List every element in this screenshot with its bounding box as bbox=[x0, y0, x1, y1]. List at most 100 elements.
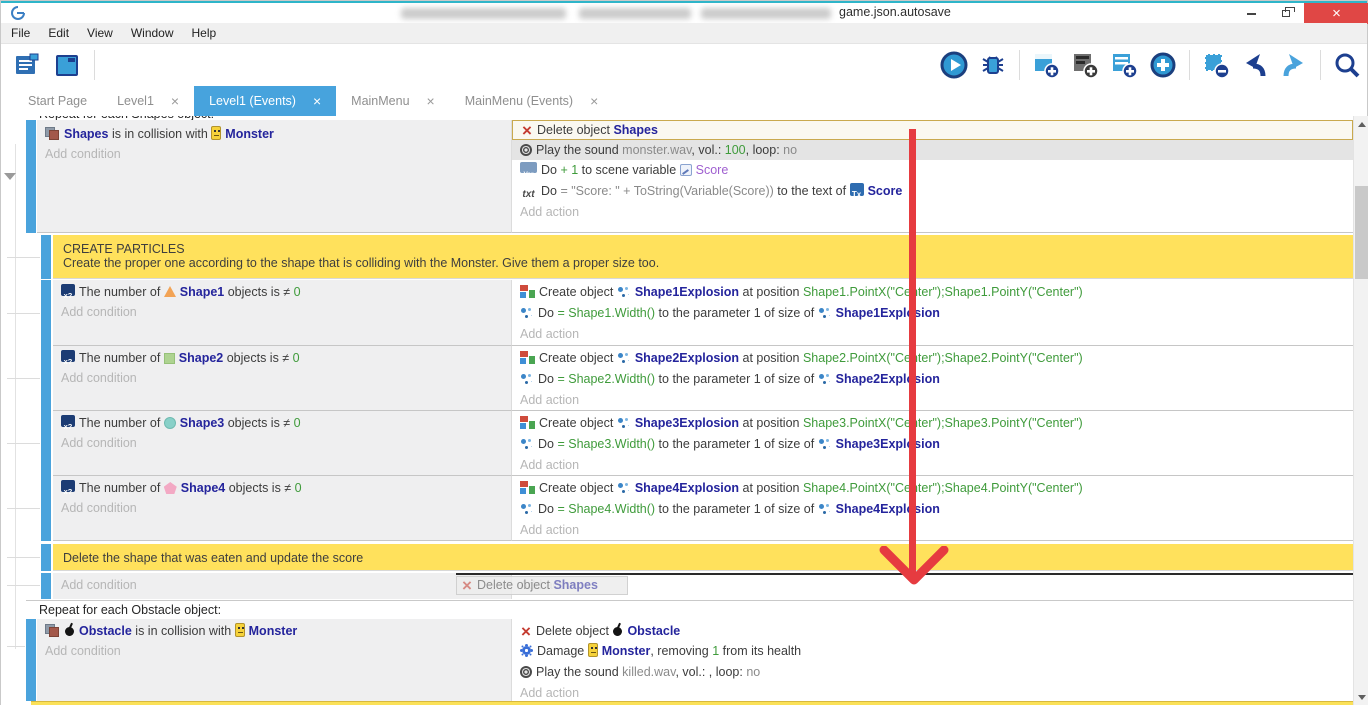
add-action-link[interactable]: Add action bbox=[512, 455, 1353, 475]
add-condition-link[interactable]: Add condition bbox=[53, 302, 511, 322]
action-size-shape3explosion[interactable]: Do = Shape3.Width() to the parameter 1 o… bbox=[512, 434, 1353, 455]
action-create-shape4explosion[interactable]: Create object Shape4Explosion at positio… bbox=[512, 478, 1353, 499]
add-condition-label: Add condition bbox=[61, 371, 137, 385]
condition-obstacle-collision[interactable]: Obstacle is in collision with Monster bbox=[37, 621, 511, 641]
action-play-sound-monster[interactable]: Play the sound monster.wav, vol.: 100, l… bbox=[512, 140, 1353, 160]
collapse-expander-icon[interactable] bbox=[4, 173, 16, 180]
add-action-link[interactable]: Add action bbox=[512, 520, 1353, 540]
titlebar[interactable]: game.json.autosave bbox=[1, 3, 1367, 23]
condition-shape2-count[interactable]: The number of Shape2 objects is ≠ 0 bbox=[53, 348, 511, 368]
minimize-button[interactable] bbox=[1234, 3, 1268, 24]
tab-close-icon[interactable] bbox=[427, 94, 435, 109]
event-repeat-obstacle-header[interactable]: Repeat for each Obstacle object: bbox=[26, 600, 1353, 619]
menu-file[interactable]: File bbox=[9, 26, 32, 40]
redo-icon[interactable] bbox=[1278, 49, 1310, 81]
action-add-score-variable[interactable]: Do + 1 to scene variable Score bbox=[512, 160, 1353, 181]
vertical-scrollbar[interactable] bbox=[1353, 116, 1368, 705]
condition-shape1-count[interactable]: The number of Shape1 objects is ≠ 0 bbox=[53, 282, 511, 302]
tab-close-icon[interactable] bbox=[590, 94, 598, 109]
menu-help[interactable]: Help bbox=[190, 26, 219, 40]
scrollbar-thumb[interactable] bbox=[1355, 186, 1368, 279]
add-condition-link[interactable]: Add condition bbox=[53, 575, 511, 595]
tab-close-icon[interactable] bbox=[171, 94, 179, 109]
menu-window[interactable]: Window bbox=[129, 26, 176, 40]
text-segment: Delete object bbox=[477, 578, 553, 592]
action-play-sound-killed[interactable]: Play the sound killed.wav, vol.: , loop:… bbox=[512, 662, 1353, 683]
text-segment: Do bbox=[538, 437, 557, 451]
restore-button[interactable] bbox=[1269, 3, 1303, 24]
tab-close-icon[interactable] bbox=[313, 94, 321, 109]
tab-mainmenu[interactable]: MainMenu bbox=[336, 86, 450, 116]
add-link-icon[interactable] bbox=[1147, 49, 1179, 81]
text-segment: Damage bbox=[537, 644, 588, 658]
add-action-link[interactable]: Add action bbox=[512, 390, 1353, 410]
add-subevent-icon[interactable] bbox=[1069, 49, 1101, 81]
text-segment: Shape4.PointX("Center");Shape4.PointY("C… bbox=[803, 481, 1083, 495]
add-action-label: Add action bbox=[520, 205, 579, 219]
event-indent-bar bbox=[41, 573, 51, 599]
text-segment: = "Score: " + ToString(Variable(Score)) bbox=[560, 184, 773, 198]
text-segment: ≠ bbox=[283, 285, 293, 299]
action-delete-obstacle[interactable]: Delete object Obstacle bbox=[512, 621, 1353, 641]
drag-ghost-delete-shapes[interactable]: Delete object Shapes bbox=[456, 576, 628, 595]
play-icon[interactable] bbox=[938, 49, 970, 81]
menu-edit[interactable]: Edit bbox=[46, 26, 71, 40]
add-action-link[interactable]: Add action bbox=[512, 324, 1353, 344]
tab-start-page[interactable]: Start Page bbox=[13, 86, 102, 116]
text-segment: Monster bbox=[225, 127, 274, 141]
add-comment-icon[interactable] bbox=[1108, 49, 1140, 81]
text-segment: Shapes bbox=[553, 578, 597, 592]
add-action-link[interactable]: Add action bbox=[512, 202, 1353, 222]
text-segment: objects is bbox=[225, 481, 284, 495]
action-damage-monster[interactable]: Damage Monster, removing 1 from its heal… bbox=[512, 641, 1353, 662]
collision-icon bbox=[45, 624, 60, 637]
tab-level1[interactable]: Level1 bbox=[102, 86, 194, 116]
condition-shape4-count[interactable]: The number of Shape4 objects is ≠ 0 bbox=[53, 478, 511, 498]
action-create-shape1explosion[interactable]: Create object Shape1Explosion at positio… bbox=[512, 282, 1353, 303]
text-segment: Do bbox=[541, 163, 560, 177]
tab-mainmenu-events[interactable]: MainMenu (Events) bbox=[450, 86, 614, 116]
undo-icon[interactable] bbox=[1239, 49, 1271, 81]
add-condition-link[interactable]: Add condition bbox=[53, 433, 511, 453]
condition-shapes-collision[interactable]: Shapes is in collision with Monster bbox=[37, 124, 511, 144]
menu-view[interactable]: View bbox=[85, 26, 115, 40]
add-condition-link[interactable]: Add condition bbox=[37, 641, 511, 661]
toolbar-separator bbox=[1320, 50, 1321, 80]
remove-event-icon[interactable] bbox=[1200, 49, 1232, 81]
text-segment: 0 bbox=[293, 351, 300, 365]
text-segment: ≠ bbox=[283, 416, 293, 430]
shape4-conditions-panel: The number of Shape4 objects is ≠ 0 Add … bbox=[53, 476, 511, 541]
action-size-shape4explosion[interactable]: Do = Shape4.Width() to the parameter 1 o… bbox=[512, 499, 1353, 520]
add-condition-link[interactable]: Add condition bbox=[53, 498, 511, 518]
scroll-up-icon[interactable] bbox=[1358, 122, 1366, 127]
action-create-shape2explosion[interactable]: Create object Shape2Explosion at positio… bbox=[512, 348, 1353, 369]
search-icon[interactable] bbox=[1331, 49, 1363, 81]
debugger-icon[interactable] bbox=[977, 49, 1009, 81]
action-delete-shapes-selected[interactable]: Delete object Shapes bbox=[512, 120, 1353, 140]
action-size-shape1explosion[interactable]: Do = Shape1.Width() to the parameter 1 o… bbox=[512, 303, 1353, 324]
comment-delete-shape[interactable]: Delete the shape that was eaten and upda… bbox=[53, 544, 1353, 571]
close-button[interactable] bbox=[1304, 3, 1368, 24]
scene-editor-icon[interactable] bbox=[51, 49, 83, 81]
tab-level1-events[interactable]: Level1 (Events) bbox=[194, 86, 336, 116]
object-count-icon bbox=[61, 480, 75, 492]
text-segment: Shapes bbox=[64, 127, 108, 141]
action-create-shape3explosion[interactable]: Create object Shape3Explosion at positio… bbox=[512, 413, 1353, 434]
add-condition-link[interactable]: Add condition bbox=[37, 144, 511, 164]
add-condition-link[interactable]: Add condition bbox=[53, 368, 511, 388]
scroll-down-icon[interactable] bbox=[1358, 695, 1366, 700]
tree-tick bbox=[7, 508, 40, 509]
add-event-icon[interactable] bbox=[1030, 49, 1062, 81]
events-sheet-icon[interactable] bbox=[11, 49, 43, 81]
text-segment: 0 bbox=[294, 285, 301, 299]
action-set-score-text[interactable]: Do = "Score: " + ToString(Variable(Score… bbox=[512, 181, 1353, 202]
explosion-icon bbox=[520, 502, 534, 515]
explosion-icon bbox=[617, 285, 631, 298]
add-action-link[interactable]: Add action bbox=[512, 683, 1353, 703]
comment-create-particles[interactable]: CREATE PARTICLES Create the proper one a… bbox=[53, 235, 1353, 279]
condition-shape3-count[interactable]: The number of Shape3 objects is ≠ 0 bbox=[53, 413, 511, 433]
shape2-conditions-panel: The number of Shape2 objects is ≠ 0 Add … bbox=[53, 346, 511, 411]
text-segment: at position bbox=[739, 285, 803, 299]
explosion-icon bbox=[520, 372, 534, 385]
action-size-shape2explosion[interactable]: Do = Shape2.Width() to the parameter 1 o… bbox=[512, 369, 1353, 390]
